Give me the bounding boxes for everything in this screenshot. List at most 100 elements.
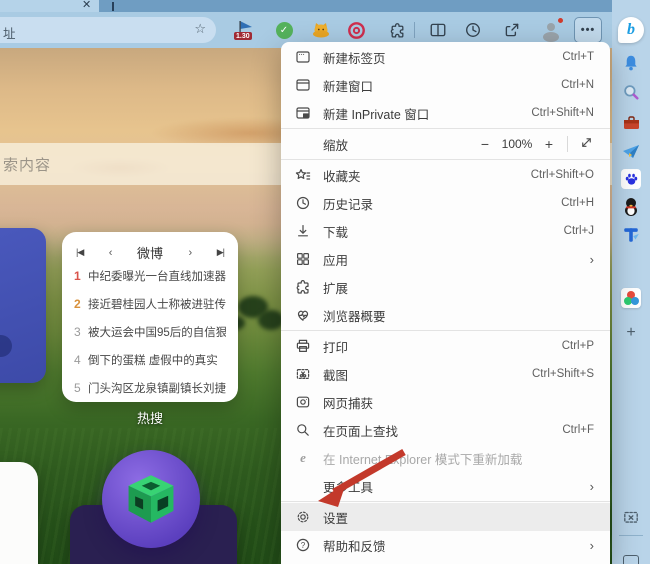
newtab-widget-partial[interactable]	[0, 462, 38, 564]
weibo-rank: 3	[74, 325, 88, 339]
menu-item-downloads[interactable]: 下载 Ctrl+J	[281, 217, 610, 245]
sidebar-screenshot-icon[interactable]	[612, 504, 650, 530]
tab-close-icon[interactable]: ✕	[82, 0, 91, 11]
chevron-right-icon: ›	[590, 479, 594, 494]
fullscreen-icon[interactable]	[574, 135, 598, 153]
hot-search-label: 热搜	[62, 408, 238, 427]
printer-icon	[295, 338, 311, 354]
weibo-item-text: 接近碧桂园人士称被进驻传...	[88, 296, 226, 312]
search-icon[interactable]	[612, 79, 650, 105]
menu-item-favorites[interactable]: 收藏夹 Ctrl+Shift+O	[281, 161, 610, 189]
menu-item-extensions[interactable]: 扩展	[281, 273, 610, 301]
weibo-first-button[interactable]: |◀	[76, 247, 83, 258]
menu-separator	[281, 330, 610, 331]
menu-separator	[281, 501, 610, 502]
menu-item-find-on-page[interactable]: 在页面上查找 Ctrl+F	[281, 416, 610, 444]
weibo-rank: 2	[74, 297, 88, 311]
menu-separator	[281, 159, 610, 160]
zoom-in-button[interactable]: +	[537, 136, 561, 152]
screen: 索内容 |◀ ‹ 微博 › ▶| 1 中纪委曝光一台直线加速器... 2 接近碧…	[0, 0, 650, 564]
menu-item-new-window[interactable]: 新建窗口 Ctrl+N	[281, 71, 610, 99]
qq-penguin-icon[interactable]	[612, 194, 650, 220]
weibo-last-button[interactable]: ▶|	[217, 247, 224, 258]
toolbar-divider	[414, 22, 415, 38]
help-icon: ?	[295, 537, 311, 553]
new-tab-icon	[295, 49, 311, 65]
extension-flag-icon[interactable]: 1.30	[231, 12, 261, 48]
zoom-divider	[567, 136, 568, 152]
download-icon	[295, 223, 311, 239]
weibo-item-text: 中纪委曝光一台直线加速器...	[88, 268, 226, 284]
web-capture-icon	[295, 394, 311, 410]
screenshot-icon	[295, 366, 311, 382]
bing-chat-icon[interactable]: b	[612, 14, 650, 46]
internet-explorer-icon: e	[295, 450, 311, 466]
heart-pulse-icon	[295, 307, 311, 323]
menu-item-help-feedback[interactable]: ? 帮助和反馈 ›	[281, 531, 610, 559]
weibo-list-item[interactable]: 3 被大运会中国95后的自信狠...	[74, 324, 226, 352]
menu-item-screenshot[interactable]: 截图 Ctrl+Shift+S	[281, 360, 610, 388]
weibo-rank: 5	[74, 381, 88, 395]
sidebar-partial-icon[interactable]	[623, 555, 639, 564]
game-cube-icon[interactable]	[102, 450, 200, 548]
weibo-list-item[interactable]: 5 门头沟区龙泉镇副镇长刘捷...	[74, 380, 226, 408]
find-icon	[295, 422, 311, 438]
menu-separator	[281, 128, 610, 129]
office-circles-icon[interactable]	[612, 285, 650, 311]
avatar-notification-dot	[557, 17, 564, 24]
baidu-icon[interactable]	[612, 166, 650, 192]
menu-item-print[interactable]: 打印 Ctrl+P	[281, 332, 610, 360]
menu-item-apps[interactable]: 应用 ›	[281, 245, 610, 273]
newtab-search-placeholder: 索内容	[0, 154, 51, 175]
zoom-label: 缩放	[323, 135, 473, 154]
address-bar[interactable]: 址 ☆	[0, 17, 216, 43]
sidebar-divider	[619, 535, 643, 536]
newtab-widget-blue[interactable]	[0, 228, 46, 383]
svg-text:?: ?	[301, 541, 306, 550]
menu-item-web-capture[interactable]: 网页捕获	[281, 388, 610, 416]
new-window-icon	[295, 77, 311, 93]
sidebar-add-button[interactable]: +	[612, 320, 650, 346]
weibo-list-item[interactable]: 4 倒下的蛋糕 虚假中的真实	[74, 352, 226, 380]
menu-item-new-tab[interactable]: 新建标签页 Ctrl+T	[281, 43, 610, 71]
apps-icon	[295, 251, 311, 267]
menu-item-history[interactable]: 历史记录 Ctrl+H	[281, 189, 610, 217]
browser-more-menu: 新建标签页 Ctrl+T 新建窗口 Ctrl+N 新建 InPrivate 窗口…	[281, 42, 610, 564]
menu-item-browser-essentials[interactable]: 浏览器概要	[281, 301, 610, 329]
cube-graphic	[118, 466, 184, 532]
widget-blue-decoration	[0, 335, 12, 357]
weibo-list-item[interactable]: 1 中纪委曝光一台直线加速器...	[74, 268, 226, 296]
weibo-item-text: 门头沟区龙泉镇副镇长刘捷...	[88, 380, 226, 396]
menu-item-zoom: 缩放 − 100% +	[281, 130, 610, 158]
bell-icon[interactable]	[612, 50, 650, 76]
weibo-rank: 4	[74, 353, 88, 367]
edge-sidebar: b	[612, 12, 650, 564]
address-text: 址	[3, 23, 16, 42]
weibo-next-button[interactable]: ›	[189, 247, 192, 259]
zoom-value: 100%	[497, 137, 537, 151]
weibo-prev-button[interactable]: ‹	[109, 247, 112, 259]
empty-icon-slot	[295, 478, 311, 494]
menu-item-close-edge[interactable]: 关闭 Microsoft Edge	[281, 559, 610, 564]
chevron-right-icon: ›	[590, 252, 594, 267]
active-tab[interactable]: ✕	[0, 0, 99, 12]
zoom-out-button[interactable]: −	[473, 136, 497, 152]
toolbox-icon[interactable]	[612, 109, 650, 135]
weibo-title: 微博	[137, 243, 163, 262]
weibo-list-item[interactable]: 2 接近碧桂园人士称被进驻传...	[74, 296, 226, 324]
favorites-star-icon	[295, 167, 311, 183]
weibo-item-text: 被大运会中国95后的自信狠...	[88, 324, 226, 340]
tab-strip: ✕	[0, 0, 650, 12]
weibo-widget: |◀ ‹ 微博 › ▶| 1 中纪委曝光一台直线加速器... 2 接近碧桂园人士…	[62, 232, 238, 402]
favorite-star-icon[interactable]: ☆	[194, 21, 206, 37]
tab-strip-right	[612, 0, 650, 12]
menu-item-settings[interactable]: 设置	[281, 503, 610, 531]
gear-icon	[295, 509, 311, 525]
menu-item-more-tools[interactable]: 更多工具 ›	[281, 472, 610, 500]
inprivate-icon	[295, 105, 311, 121]
menu-item-inprivate-window[interactable]: 新建 InPrivate 窗口 Ctrl+Shift+N	[281, 99, 610, 127]
more-menu-button[interactable]: •••	[574, 17, 602, 43]
weibo-item-text: 倒下的蛋糕 虚假中的真实	[88, 352, 218, 368]
t-app-icon[interactable]	[612, 222, 650, 248]
paper-plane-icon[interactable]	[612, 138, 650, 164]
